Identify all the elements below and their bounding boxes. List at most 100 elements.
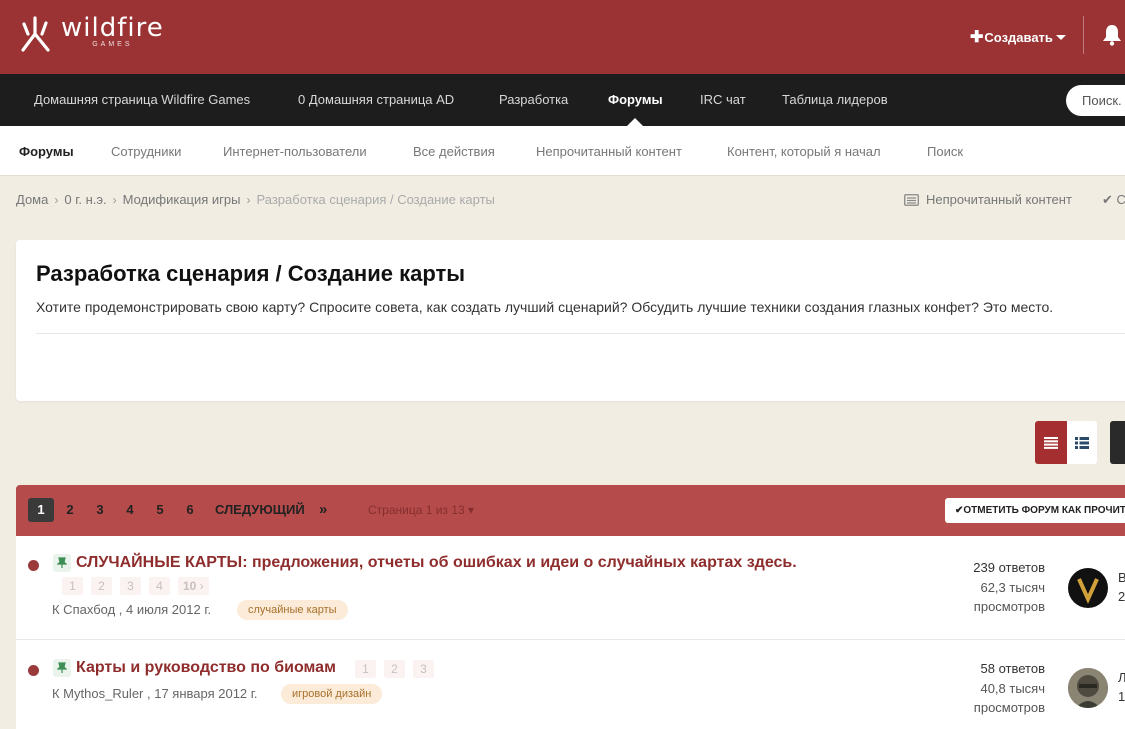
subnav-item-unread-content[interactable]: Непрочитанный контент: [536, 126, 682, 176]
page-link-5[interactable]: 5: [151, 498, 169, 522]
topic-last-page-number: 10: [183, 579, 197, 593]
subnav-item-forums[interactable]: Форумы: [19, 126, 74, 176]
breadcrumb-game-modification[interactable]: Модификация игры: [123, 192, 241, 207]
last-poster-name[interactable]: В: [1118, 568, 1125, 587]
page-link-2[interactable]: 2: [61, 498, 79, 522]
topic-list: СЛУЧАЙНЫЕ КАРТЫ: предложения, отчеты об …: [16, 536, 1125, 729]
last-post-date: 1: [1118, 689, 1125, 704]
last-page-button[interactable]: »: [319, 498, 327, 522]
avatar[interactable]: [1068, 568, 1108, 608]
main-nav: Домашняя страница Wildfire Games 0 Домаш…: [0, 74, 1125, 126]
mark-forum-read-label: ОТМЕТИТЬ ФОРУМ КАК ПРОЧИТАННЫЙ: [963, 505, 1125, 516]
list-view-toggle[interactable]: [1067, 421, 1097, 464]
mark-site-read-link[interactable]: ✔ С: [1102, 192, 1125, 208]
topic-mini-pagination: 1 2 3: [355, 660, 442, 678]
last-post-info: Л 1: [1118, 668, 1125, 706]
topic-stats: 58 ответов 40,8 тысяч просмотров: [921, 659, 1045, 718]
topic-tag[interactable]: игровой дизайн: [281, 684, 383, 704]
page-link-1[interactable]: 1: [28, 498, 54, 522]
topic-author-line: К Mythos_Ruler , 17 января 2012 г.: [52, 686, 258, 701]
view-count-label: просмотров: [973, 700, 1045, 715]
subnav-item-my-content[interactable]: Контент, который я начал: [727, 126, 881, 176]
topic-page-link[interactable]: 1: [62, 577, 83, 595]
reply-count: 239 ответов: [973, 560, 1045, 575]
avatar[interactable]: [1068, 668, 1108, 708]
start-topic-button[interactable]: [1110, 421, 1125, 464]
subnav-item-all-activity[interactable]: Все действия: [413, 126, 495, 176]
subnav-item-search[interactable]: Поиск: [927, 126, 963, 176]
nav-item-development[interactable]: Разработка: [499, 74, 568, 126]
logo-wordmark: wildfire: [61, 13, 164, 43]
topic-page-link[interactable]: 2: [91, 577, 112, 595]
logo-subtitle: GAMES: [92, 41, 133, 48]
forum-description: Хотите продемонстрировать свою карту? Сп…: [36, 299, 1054, 315]
nav-item-wfg-home[interactable]: Домашняя страница Wildfire Games: [34, 74, 250, 126]
table-row: Карты и руководство по биомам 1 2 3 К My…: [16, 641, 1125, 729]
newspaper-icon: [904, 193, 919, 206]
topic-page-link[interactable]: 1: [355, 660, 376, 678]
forum-header-card: Разработка сценария / Создание карты Хот…: [16, 240, 1125, 401]
create-label: Создавать: [984, 29, 1053, 45]
page-link-3[interactable]: 3: [91, 498, 109, 522]
secondary-nav: Форумы Сотрудники Интернет-пользователи …: [0, 126, 1125, 176]
page-link-4[interactable]: 4: [121, 498, 139, 522]
site-header: wildfire GAMES ✚ Создавать: [0, 0, 1125, 74]
chevron-right-icon: ›: [112, 192, 117, 207]
nav-item-leaderboard[interactable]: Таблица лидеров: [782, 74, 888, 126]
last-post-info: В 2: [1118, 568, 1125, 606]
nav-item-irc-chat[interactable]: IRC чат: [700, 74, 746, 126]
last-post-date: 2: [1118, 589, 1125, 604]
reply-count: 58 ответов: [980, 661, 1045, 676]
next-page-button[interactable]: СЛЕДУЮЩИЙ: [215, 498, 305, 522]
view-count: 62,3 тысяч: [980, 579, 1045, 595]
breadcrumb-current: Разработка сценария / Создание карты: [256, 192, 495, 207]
nav-active-indicator: [627, 118, 643, 126]
site-logo[interactable]: wildfire GAMES: [15, 14, 164, 54]
topic-title[interactable]: СЛУЧАЙНЫЕ КАРТЫ: предложения, отчеты об …: [76, 554, 797, 572]
page-title: Разработка сценария / Создание карты: [36, 261, 466, 286]
divider: [36, 333, 1125, 334]
list-view-icon: [1075, 436, 1089, 449]
plus-icon: ✚: [970, 29, 984, 46]
chevron-right-icon: ›: [54, 192, 59, 207]
table-view-icon: [1044, 436, 1058, 449]
page-link-6[interactable]: 6: [181, 498, 199, 522]
pagination-bar: 1 2 3 4 5 6 СЛЕДУЮЩИЙ » Страница 1 из 13…: [16, 485, 1125, 536]
pin-icon: [53, 554, 71, 572]
mark-forum-read-button[interactable]: ✔ОТМЕТИТЬ ФОРУМ КАК ПРОЧИТАННЫЙ: [945, 498, 1125, 523]
table-row: СЛУЧАЙНЫЕ КАРТЫ: предложения, отчеты об …: [16, 536, 1125, 640]
page-info-label: Страница 1 из 13: [368, 503, 465, 517]
view-count-label: просмотров: [973, 599, 1045, 614]
pin-icon: [53, 659, 71, 677]
topic-title[interactable]: Карты и руководство по биомам: [76, 659, 336, 677]
breadcrumb-home[interactable]: Дома: [16, 192, 48, 207]
nav-item-0ad-home[interactable]: 0 Домашняя страница AD: [298, 74, 454, 126]
topic-page-link[interactable]: 4: [149, 577, 170, 595]
table-view-toggle[interactable]: [1035, 421, 1067, 464]
topic-page-link[interactable]: 3: [120, 577, 141, 595]
last-poster-name[interactable]: Л: [1118, 668, 1125, 687]
topic-page-link[interactable]: 3: [413, 660, 434, 678]
bell-icon[interactable]: [1102, 24, 1122, 46]
unread-content-link[interactable]: Непрочитанный контент: [904, 192, 1072, 207]
header-divider: [1083, 16, 1084, 54]
topic-page-link[interactable]: 2: [384, 660, 405, 678]
breadcrumb-0ad[interactable]: 0 г. н.э.: [64, 192, 106, 207]
topic-page-link-last[interactable]: 10 ›: [178, 577, 209, 595]
wildfire-logo-icon: [21, 16, 50, 52]
topic-stats: 239 ответов 62,3 тысяч просмотров: [921, 558, 1045, 617]
unread-indicator[interactable]: [28, 665, 39, 676]
subnav-item-staff[interactable]: Сотрудники: [111, 126, 181, 176]
create-button[interactable]: ✚ Создавать: [970, 27, 1066, 47]
unread-indicator[interactable]: [28, 560, 39, 571]
breadcrumb: Дома › 0 г. н.э. › Модификация игры › Ра…: [16, 192, 495, 207]
page-jump-dropdown[interactable]: Страница 1 из 13 ▾: [368, 498, 474, 522]
search-input[interactable]: Поиск.: [1066, 85, 1125, 116]
unread-content-label: Непрочитанный контент: [926, 192, 1072, 207]
topic-author-line: К Спахбод , 4 июля 2012 г.: [52, 602, 212, 617]
mark-site-read-label: С: [1116, 192, 1125, 207]
view-count: 40,8 тысяч: [980, 680, 1045, 696]
topic-mini-pagination: 1 2 3 4 10 ›: [62, 577, 217, 595]
topic-tag[interactable]: случайные карты: [237, 600, 348, 620]
subnav-item-online-users[interactable]: Интернет-пользователи: [223, 126, 367, 176]
